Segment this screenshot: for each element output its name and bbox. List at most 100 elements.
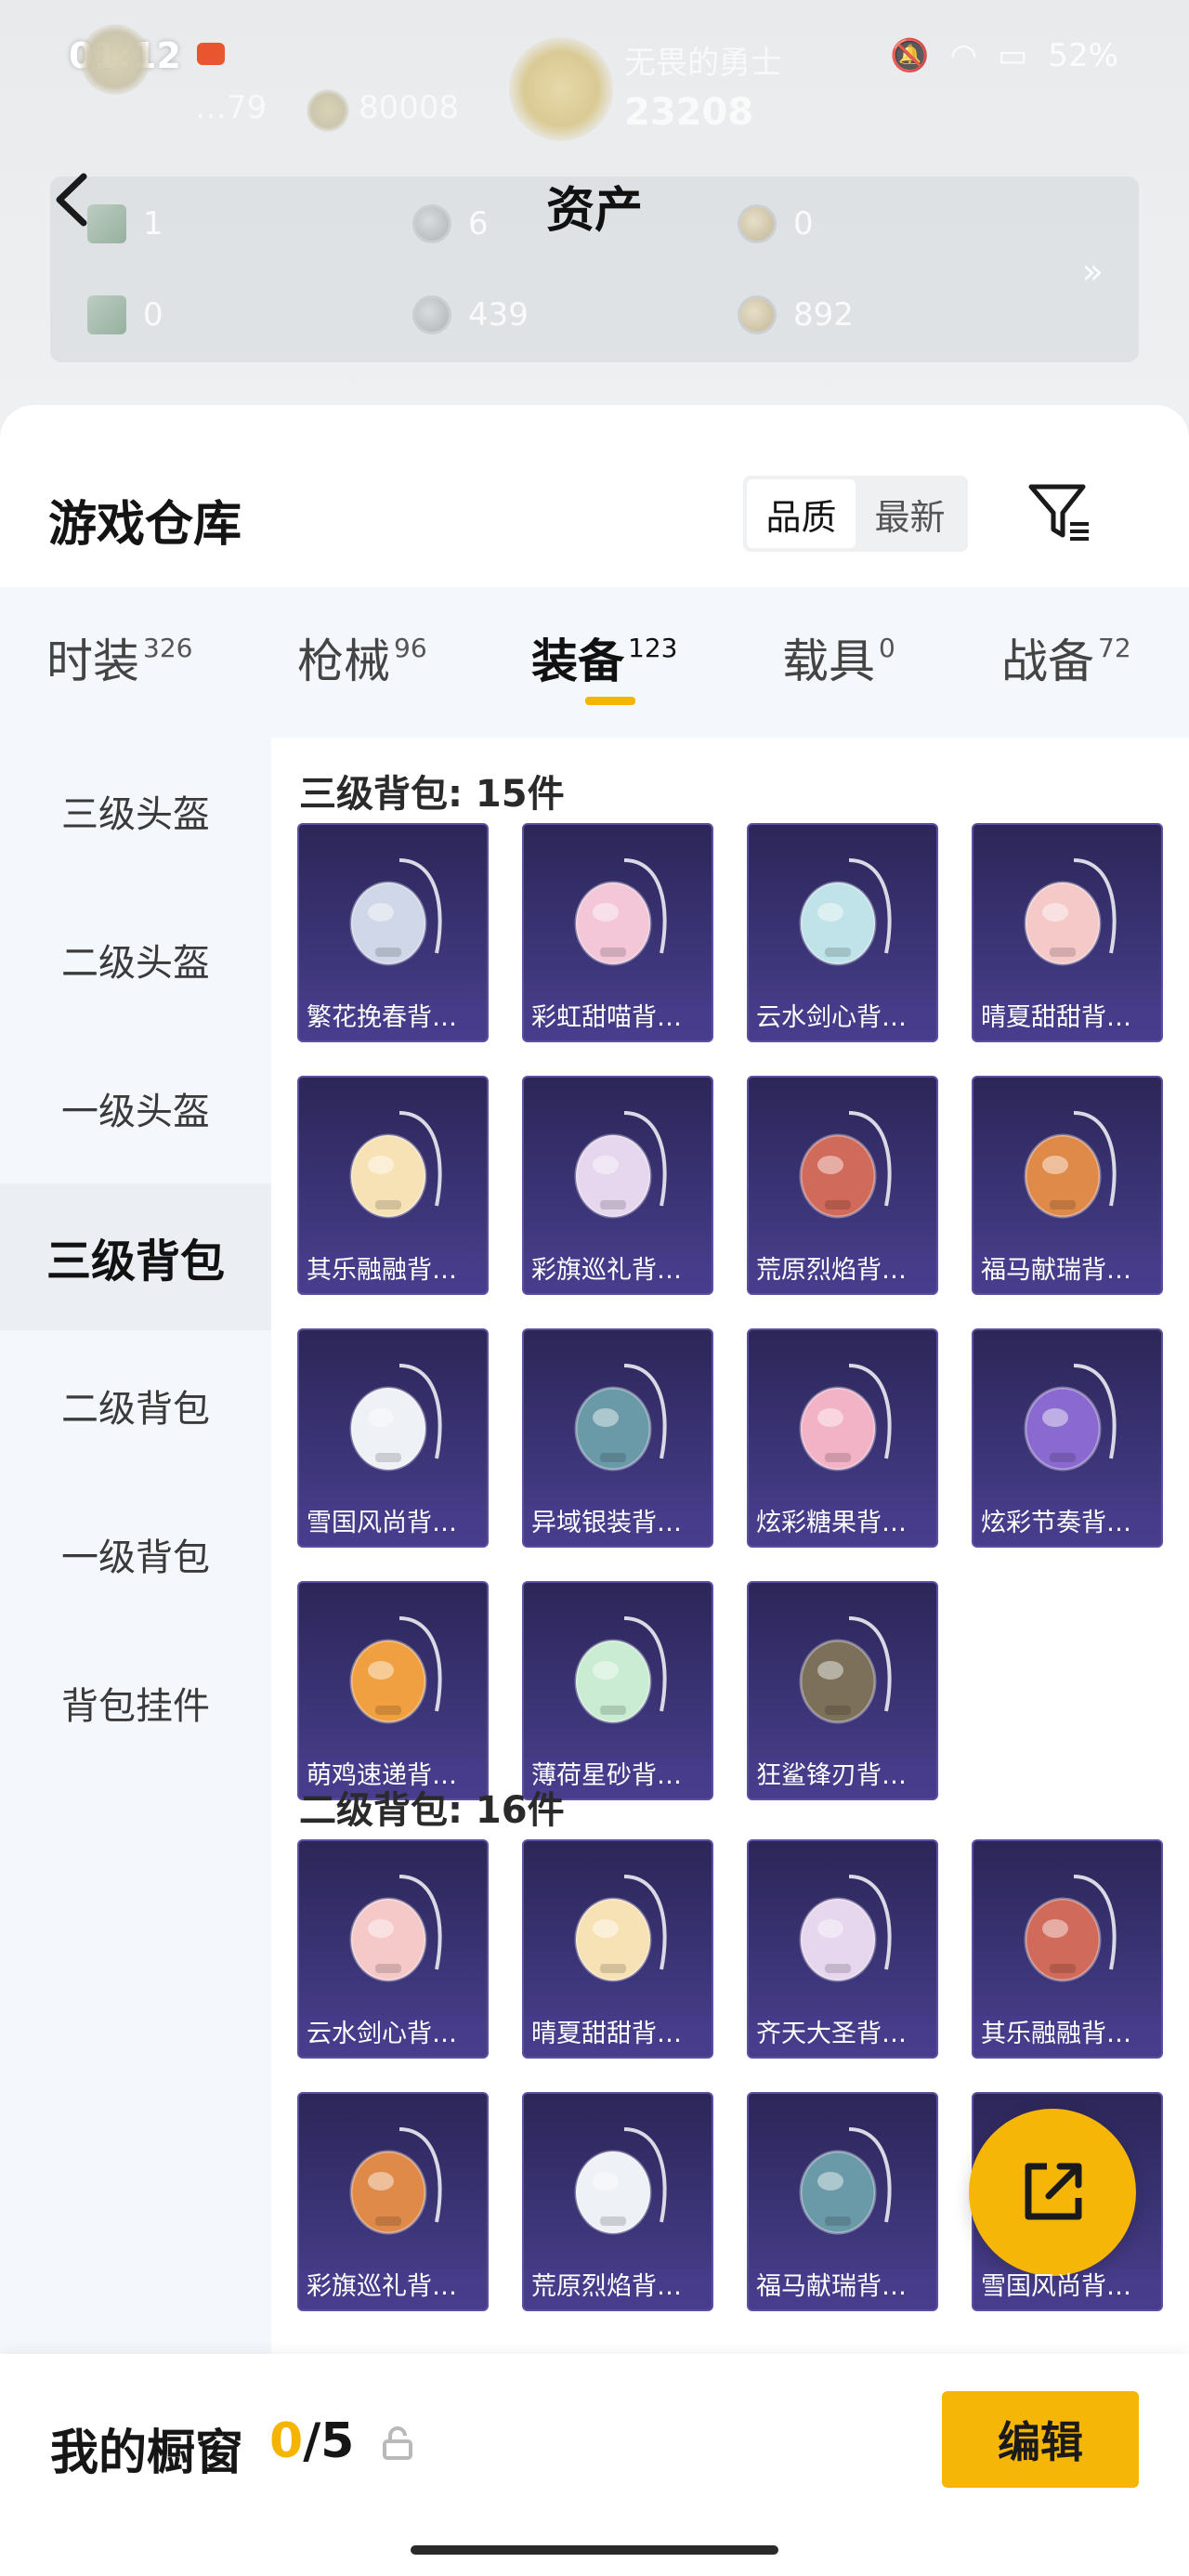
item-name: 萌鸡速递背包... <box>307 1761 481 1790</box>
tab-count: 123 <box>628 633 678 663</box>
asset-value: 439 <box>468 296 529 333</box>
item-name: 福马献瑞背包... <box>981 1256 1156 1285</box>
item-card[interactable]: 福马献瑞背包... <box>747 2092 938 2311</box>
item-card[interactable]: 薄荷星砂背包... <box>522 1581 713 1800</box>
item-name: 炫彩节奏背包... <box>981 1509 1156 1537</box>
share-external-icon <box>1025 2163 1082 2220</box>
item-name: 彩虹甜喵背包... <box>531 1003 706 1032</box>
item-name: 狂鲨锋刃背包... <box>756 1761 931 1790</box>
item-name: 彩旗巡礼背包... <box>531 1256 706 1285</box>
item-card[interactable]: 彩虹甜喵背包... <box>522 823 713 1042</box>
item-card[interactable]: 炫彩糖果背包... <box>747 1328 938 1548</box>
backpack-image <box>334 1609 455 1739</box>
backpack-image <box>784 1609 905 1739</box>
sort-latest-button[interactable]: 最新 <box>856 479 964 548</box>
tab-label: 战备 <box>1001 634 1094 688</box>
silver-coin-icon <box>412 295 451 334</box>
warehouse-sheet: 游戏仓库 品质 最新 时装 326 枪械 96 装备 123 载具 0 战备 72 <box>0 405 1189 2576</box>
tab-equipment[interactable]: 装备 123 <box>531 624 677 691</box>
backpack-image <box>334 1867 455 1997</box>
item-name: 繁花挽春背包... <box>307 1003 481 1032</box>
sidebar-item-helmet-2[interactable]: 二级头盔 <box>0 886 271 1033</box>
item-card[interactable]: 繁花挽春背包... <box>297 823 489 1042</box>
battery-percent: 52% <box>1048 37 1118 74</box>
lock-icon <box>383 2426 412 2460</box>
warehouse-title: 游戏仓库 <box>48 497 242 553</box>
showcase-total: /5 <box>303 2413 355 2469</box>
sidebar-item-backpack-charm[interactable]: 背包挂件 <box>0 1629 271 1776</box>
tab-count: 326 <box>143 633 193 663</box>
backpack-image <box>334 1356 455 1486</box>
edit-button[interactable]: 编辑 <box>942 2391 1139 2488</box>
filter-button[interactable] <box>1024 477 1094 548</box>
item-card[interactable]: 齐天大圣背包... <box>747 1839 938 2059</box>
item-name: 彩旗巡礼背包... <box>307 2272 481 2301</box>
item-card[interactable]: 萌鸡速递背包... <box>297 1581 489 1800</box>
sidebar-item-backpack-3[interactable]: 三级背包 <box>0 1183 271 1330</box>
backpack-image <box>334 1104 455 1234</box>
tab-label: 装备 <box>531 634 624 688</box>
item-name: 晴夏甜甜背包... <box>531 2020 706 2048</box>
item-card[interactable]: 雪国风尚背包... <box>297 1328 489 1548</box>
active-tab-indicator <box>585 697 635 705</box>
asset-item: 892 <box>738 295 854 334</box>
wifi-icon: ◠ <box>949 37 978 74</box>
warehouse-header: 游戏仓库 品质 最新 <box>0 405 1189 587</box>
filter-icon <box>1028 484 1089 541</box>
backpack-image <box>559 851 680 981</box>
status-icons: 🔕 ◠ ▭ 52% <box>890 37 1118 74</box>
backpack-image <box>559 1104 680 1234</box>
backpack-image <box>784 851 905 981</box>
item-card[interactable]: 晴夏甜甜背包... <box>972 823 1163 1042</box>
asset-value: 892 <box>793 296 854 333</box>
item-card[interactable]: 炫彩节奏背包... <box>972 1328 1163 1548</box>
sidebar-item-backpack-1[interactable]: 一级背包 <box>0 1481 271 1628</box>
tab-supplies[interactable]: 战备 72 <box>1001 624 1131 691</box>
backpack-image <box>334 2120 455 2250</box>
item-card[interactable]: 福马献瑞背包... <box>972 1076 1163 1295</box>
item-name: 齐天大圣背包... <box>756 2020 931 2048</box>
sidebar-item-helmet-3[interactable]: 三级头盔 <box>0 738 271 884</box>
item-card[interactable]: 荒原烈焰背包... <box>522 2092 713 2311</box>
sort-quality-button[interactable]: 品质 <box>747 479 856 548</box>
item-card[interactable]: 狂鲨锋刃背包... <box>747 1581 938 1800</box>
item-card[interactable]: 荒原烈焰背包... <box>747 1076 938 1295</box>
item-name: 荒原烈焰背包... <box>531 2272 706 2301</box>
item-card[interactable]: 晴夏甜甜背包... <box>522 1839 713 2059</box>
blurred-score: 23208 <box>624 91 754 134</box>
backpack-image <box>1009 1356 1130 1486</box>
sidebar-item-helmet-1[interactable]: 一级头盔 <box>0 1035 271 1182</box>
item-name: 其乐融融背包... <box>307 1256 481 1285</box>
asset-item: 0 <box>87 295 163 334</box>
item-card[interactable]: 彩旗巡礼背包... <box>522 1076 713 1295</box>
chevron-right-icon[interactable]: » <box>1082 251 1104 292</box>
sidebar-item-backpack-2[interactable]: 二级背包 <box>0 1332 271 1479</box>
item-card[interactable]: 其乐融融背包... <box>972 1839 1163 2059</box>
item-name: 云水剑心背包... <box>307 2020 481 2048</box>
item-name: 福马献瑞背包... <box>756 2272 931 2301</box>
item-name: 荒原烈焰背包... <box>756 1256 931 1285</box>
item-card[interactable]: 云水剑心背包... <box>747 823 938 1042</box>
tab-fashion[interactable]: 时装 326 <box>46 624 192 691</box>
tab-firearms[interactable]: 枪械 96 <box>297 624 427 691</box>
item-card[interactable]: 异域银装背包... <box>522 1328 713 1548</box>
item-name: 晴夏甜甜背包... <box>981 1003 1156 1032</box>
blurred-small-value: …79 <box>195 89 268 126</box>
tab-vehicles[interactable]: 载具 0 <box>782 624 895 691</box>
header-area: 01:12 🔕 ◠ ▭ 52% 80008 …79 无畏的勇士 23208 1 … <box>0 0 1189 437</box>
item-name: 薄荷星砂背包... <box>531 1761 706 1790</box>
share-button[interactable] <box>969 2109 1136 2276</box>
blurred-flame-icon <box>509 37 613 141</box>
blurred-badge-icon <box>307 89 349 132</box>
item-card[interactable]: 其乐融融背包... <box>297 1076 489 1295</box>
item-card[interactable]: 彩旗巡礼背包... <box>297 2092 489 2311</box>
backpack-image <box>784 1104 905 1234</box>
tab-count: 72 <box>1098 633 1131 663</box>
item-card[interactable]: 云水剑心背包... <box>297 1839 489 2059</box>
backpack-image <box>559 1356 680 1486</box>
backpack-image <box>559 2120 680 2250</box>
blurred-label: 无畏的勇士 <box>624 45 782 82</box>
mute-icon: 🔕 <box>890 37 930 74</box>
section-title: 三级背包: 15件 <box>299 773 565 816</box>
backpack-image <box>784 1867 905 1997</box>
